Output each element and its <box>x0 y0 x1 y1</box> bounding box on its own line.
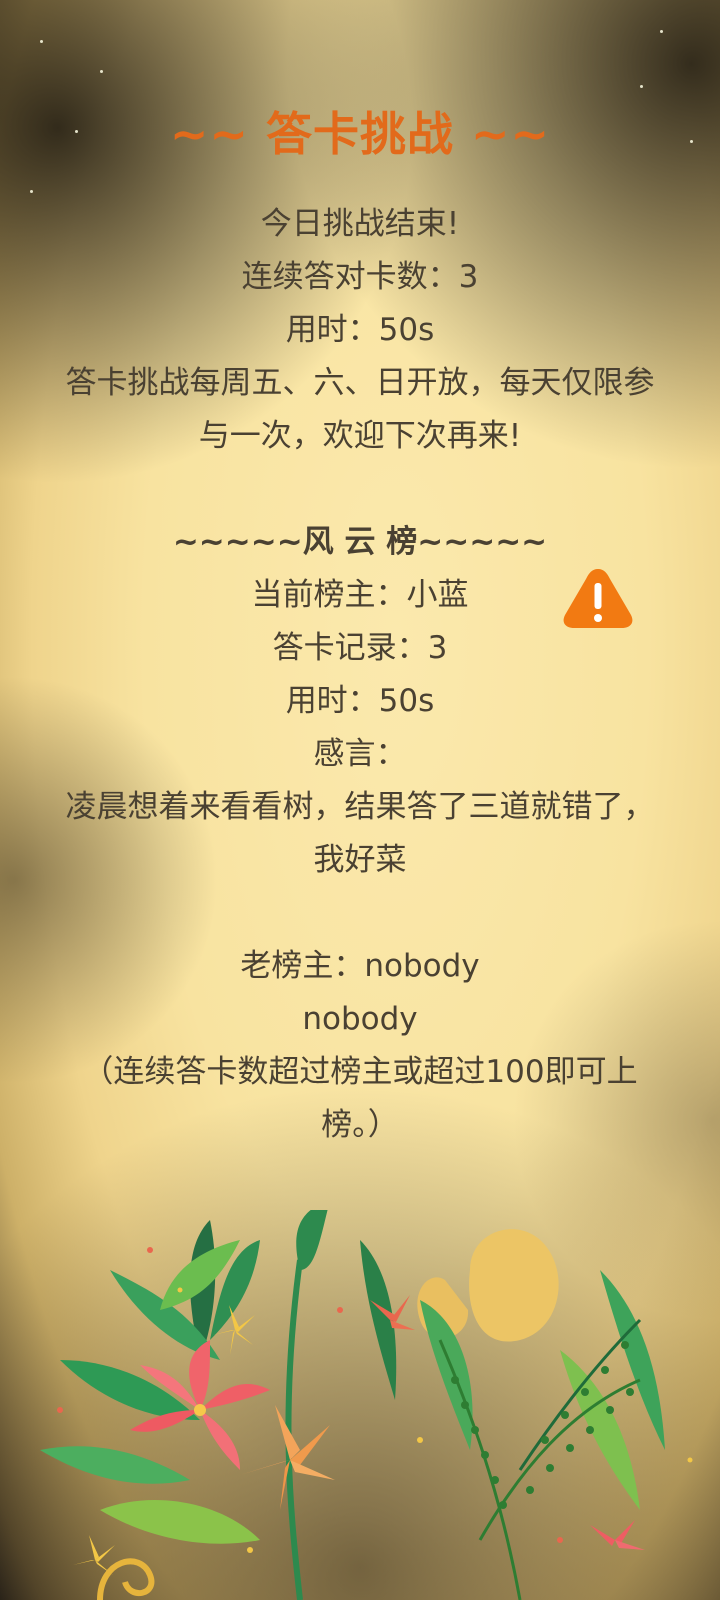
correct-count-text: 连续答对卡数：3 <box>241 259 479 295</box>
sparkle <box>640 85 643 88</box>
schedule-notice-text: 答卡挑战每周五、六、日开放，每天仅限参与一次，欢迎下次再来! <box>65 365 655 454</box>
challenge-result-page: ~~ 答卡挑战 ~~ 今日挑战结束! 连续答对卡数：3 用时：50s 答卡挑战每… <box>0 0 720 1600</box>
leader-time-text: 用时：50s <box>285 683 435 719</box>
time-used-text: 用时：50s <box>285 312 435 348</box>
leaderboard-heading: ~~~~~风 云 榜~~~~~ <box>172 524 548 560</box>
sparkle <box>30 190 33 193</box>
sparkle <box>100 70 103 73</box>
result-panel: 今日挑战结束! 连续答对卡数：3 用时：50s 答卡挑战每周五、六、日开放，每天… <box>55 198 665 1152</box>
page-title: ~~ 答卡挑战 ~~ <box>169 107 551 161</box>
remarks-label: 感言： <box>313 736 407 772</box>
sparkle <box>40 40 43 43</box>
remarks-text: 凌晨想着来看看树，结果答了三道就错了，我好菜 <box>65 789 655 878</box>
sparkle <box>660 30 663 33</box>
warning-icon[interactable] <box>560 565 636 631</box>
leaderboard-rule-text: （连续答卡数超过榜主或超过100即可上榜。） <box>82 1054 638 1143</box>
old-leader-text: 老榜主：nobody <box>240 948 480 984</box>
old-leader-name: nobody <box>302 1001 418 1037</box>
challenge-ended-text: 今日挑战结束! <box>260 206 460 242</box>
plant-illustration <box>40 1210 693 1600</box>
